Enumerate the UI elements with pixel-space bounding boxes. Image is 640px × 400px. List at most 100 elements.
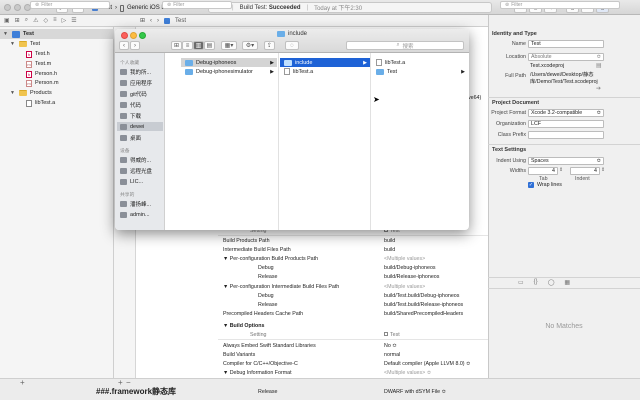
tags-button[interactable]: ◌ <box>285 41 299 50</box>
breakpoint-icon[interactable]: ▷ <box>62 17 67 24</box>
finder-back-button[interactable]: ‹ <box>119 41 129 50</box>
reveal-in-finder-icon[interactable]: ➔ <box>596 85 601 92</box>
setting-value[interactable]: build <box>384 238 395 244</box>
setting-row[interactable]: Compiler for C/C++/Objective-C Default co… <box>218 359 488 368</box>
back-icon[interactable]: ‹ <box>150 18 152 24</box>
setting-value[interactable]: build/Test.build/Release-iphoneos <box>384 302 463 308</box>
setting-value[interactable]: build/Test.build/Debug-iphoneos <box>384 293 459 299</box>
finder-sidebar-item[interactable]: LIC... <box>120 177 143 186</box>
setting-value[interactable]: <Multiple values> ≎ <box>384 370 431 376</box>
location-select[interactable]: Absolute ≎ <box>528 53 604 61</box>
object-library-icon[interactable]: ◯ <box>548 279 555 286</box>
forward-icon[interactable]: › <box>157 18 159 24</box>
close-window-button[interactable] <box>4 4 11 11</box>
debug-icon[interactable]: ≡ <box>53 17 57 24</box>
indent-stepper-icon[interactable]: ⇕ <box>601 167 605 173</box>
action-button[interactable]: ⚙▾ <box>242 41 258 50</box>
add-icon[interactable]: + <box>20 378 25 387</box>
setting-row[interactable]: Intermediate Build Files Path build <box>218 245 488 254</box>
finder-search-input[interactable]: ⌕ 搜索 <box>346 41 464 50</box>
finder-sidebar-item[interactable]: git代码 <box>120 89 147 98</box>
indent-using-select[interactable]: Spaces ≎ <box>528 157 604 165</box>
search-icon[interactable]: ⌕ <box>25 17 28 24</box>
folder-icon[interactable]: ▣ <box>4 17 10 24</box>
finder-item-libtest-a[interactable]: libTest.a <box>280 67 370 76</box>
finder-forward-button[interactable]: › <box>130 41 140 50</box>
code-snippet-icon[interactable]: {} <box>534 279 538 286</box>
media-library-icon[interactable]: ▦ <box>564 279 570 286</box>
settings-filter[interactable]: ⊚ Filter <box>162 1 232 9</box>
setting-row[interactable]: Always Embed Swift Standard Libraries No … <box>218 341 488 350</box>
setting-row[interactable]: Release build/Release-iphoneos <box>218 273 488 282</box>
setting-value[interactable]: <Multiple values> <box>384 256 425 262</box>
library-filter[interactable]: ⊚ Filter <box>500 1 620 9</box>
finder-item-test-folder[interactable]: Test ▶ <box>372 67 468 76</box>
finder-item-include[interactable]: include ▶ <box>280 58 370 67</box>
setting-row[interactable]: Build Products Path build <box>218 236 488 245</box>
class-prefix-field[interactable] <box>528 131 604 139</box>
arrange-button[interactable]: ▦▾ <box>221 41 237 50</box>
finder-sidebar-item[interactable]: 我的所... <box>120 67 151 76</box>
choose-location-icon[interactable]: ▤ <box>596 62 602 69</box>
finder-item-libtest-a-inner[interactable]: libTest.a <box>372 58 468 67</box>
nav-item-project[interactable]: ▼ Test <box>0 29 114 39</box>
setting-row[interactable]: ▼ Per-configuration Intermediate Build F… <box>218 282 488 291</box>
finder-item-debug-iphoneos[interactable]: Debug-iphoneos ▶ <box>181 58 277 67</box>
tab-width-field[interactable]: 4 <box>528 167 558 175</box>
nav-item-test-h[interactable]: h Test.h <box>26 49 50 59</box>
minimize-window-button[interactable] <box>14 4 21 11</box>
symbol-icon[interactable]: ⊞ <box>15 17 20 24</box>
related-items-icon[interactable]: ⊞ <box>140 17 145 24</box>
nav-item-group-products[interactable]: ▼ Products <box>10 88 52 98</box>
section-build-options[interactable]: ▼ Build Options <box>218 321 488 330</box>
view-coverflow-button[interactable]: ▤ <box>204 41 215 50</box>
finder-sidebar-item[interactable]: 远程光盘 <box>120 166 152 175</box>
finder-sidebar-item[interactable]: 应用程序 <box>120 78 152 87</box>
setting-value[interactable]: build/Release-iphoneos <box>384 274 439 280</box>
tab-stepper-icon[interactable]: ⇕ <box>559 167 563 173</box>
finder-sidebar-item[interactable]: 代码 <box>120 100 141 109</box>
indent-width-field[interactable]: 4 <box>570 167 600 175</box>
setting-row[interactable]: Debug build/Test.build/Debug-iphoneos <box>218 291 488 300</box>
finder-sidebar-item[interactable]: 桌面 <box>120 133 141 142</box>
jump-bar-file[interactable]: Test <box>175 18 186 24</box>
setting-value[interactable]: build/SharedPrecompiledHeaders <box>384 311 463 317</box>
setting-value[interactable]: Default compiler (Apple LLVM 8.0) ≎ <box>384 361 470 367</box>
test-icon[interactable]: ◇ <box>43 17 48 24</box>
view-icons-button[interactable]: ⊞ <box>171 41 182 50</box>
view-columns-button[interactable]: ▥ <box>193 41 204 50</box>
setting-value[interactable]: normal <box>384 352 400 358</box>
finder-sidebar-item[interactable]: 潘扬峰... <box>120 199 151 208</box>
finder-sidebar-item[interactable]: 下载 <box>120 111 141 120</box>
setting-value[interactable]: build/Debug-iphoneos <box>384 265 436 271</box>
setting-row[interactable]: Release build/Test.build/Release-iphoneos <box>218 300 488 309</box>
wrap-lines-checkbox[interactable]: ✓ Wrap lines <box>528 182 562 188</box>
navigator-filter[interactable]: ⊚ Filter <box>30 1 110 9</box>
setting-value[interactable]: <Multiple values> <box>384 284 425 290</box>
organization-field[interactable]: LCF <box>528 120 604 128</box>
finder-sidebar-item[interactable]: admin... <box>120 210 150 219</box>
share-button[interactable]: ⇪ <box>264 41 275 50</box>
nav-item-group-test[interactable]: ▼ Test <box>10 39 40 49</box>
setting-value[interactable]: build <box>384 247 395 253</box>
setting-row[interactable]: ▼ Debug Information Format <Multiple valu… <box>218 369 488 378</box>
nav-item-libtest-a[interactable]: libTest.a <box>26 98 55 108</box>
finder-item-debug-iphonesimulator[interactable]: Debug-iphonesimulator ▶ <box>181 67 277 76</box>
finder-sidebar-item[interactable]: 得威的... <box>120 155 151 164</box>
warning-icon[interactable]: ⚠ <box>33 17 38 24</box>
setting-row[interactable]: Release DWARF with dSYM File ≎ <box>218 387 488 396</box>
setting-row[interactable]: ▼ Per-configuration Build Products Path <… <box>218 254 488 263</box>
setting-row[interactable]: Debug build/Debug-iphoneos <box>218 264 488 273</box>
finder-sidebar-item[interactable]: dewei <box>117 122 163 131</box>
file-template-icon[interactable]: ▭ <box>518 279 524 286</box>
setting-row[interactable]: Build Variants normal <box>218 350 488 359</box>
setting-row[interactable]: Precompiled Headers Cache Path build/Shar… <box>218 310 488 319</box>
setting-value[interactable]: DWARF with dSYM File ≎ <box>384 389 446 395</box>
project-format-select[interactable]: Xcode 3.2-compatible ≎ <box>528 109 604 117</box>
setting-value[interactable]: No ≎ <box>384 343 397 349</box>
view-list-button[interactable]: ≡ <box>182 41 193 50</box>
report-icon[interactable]: ☰ <box>71 17 76 24</box>
nav-item-person-m[interactable]: m Person.m <box>26 78 59 88</box>
nav-item-test-m[interactable]: m Test.m <box>26 59 51 69</box>
name-field[interactable]: Test <box>528 40 604 48</box>
